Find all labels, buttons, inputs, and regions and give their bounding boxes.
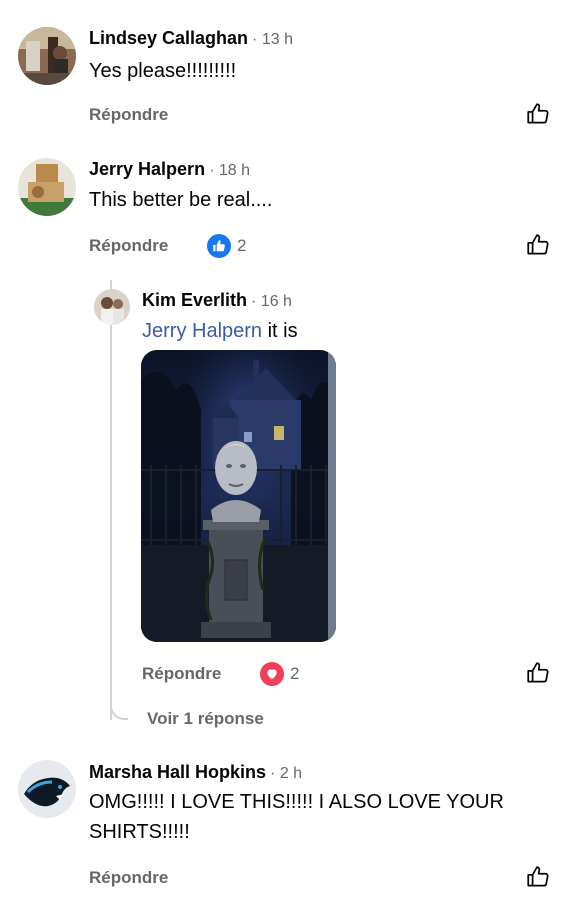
reply-button[interactable]: Répondre: [142, 664, 221, 684]
reaction-summary[interactable]: 2: [207, 234, 246, 258]
comment-time[interactable]: · 13 h: [252, 31, 293, 48]
reply-button[interactable]: Répondre: [89, 236, 168, 256]
comment-text: This better be real....: [89, 189, 273, 211]
reply-photo[interactable]: [141, 350, 336, 642]
comment-time[interactable]: · 18 h: [209, 162, 250, 179]
reply-text: Jerry Halpern it is: [142, 320, 298, 342]
thumbs-up-outline-icon[interactable]: [525, 660, 551, 686]
reply-button[interactable]: Répondre: [89, 868, 168, 888]
heart-reaction-icon: [260, 662, 284, 686]
reaction-summary[interactable]: 2: [260, 662, 299, 686]
comment-time[interactable]: · 2 h: [270, 765, 302, 782]
comment-text: Yes please!!!!!!!!!: [89, 60, 237, 82]
comment-text: OMG!!!!! I LOVE THIS!!!!! I ALSO LOVE YO…: [89, 791, 504, 843]
thumbs-up-outline-icon[interactable]: [525, 232, 551, 258]
reply-time[interactable]: · 16 h: [251, 293, 292, 310]
comment-author[interactable]: Lindsey Callaghan · 13 h: [89, 28, 293, 49]
see-replies-link[interactable]: Voir 1 réponse: [147, 709, 264, 729]
reply-author[interactable]: Kim Everlith · 16 h: [142, 290, 292, 311]
thread-connector: [110, 280, 128, 720]
avatar-marsha[interactable]: [18, 760, 76, 818]
comment-author[interactable]: Marsha Hall Hopkins · 2 h: [89, 762, 302, 783]
thumbs-up-outline-icon[interactable]: [525, 864, 551, 890]
reaction-count: 2: [237, 236, 247, 255]
mention-link[interactable]: Jerry Halpern: [142, 320, 262, 342]
avatar-lindsey[interactable]: [18, 27, 76, 85]
like-reaction-icon: [207, 234, 231, 258]
reaction-count: 2: [290, 664, 300, 683]
reply-button[interactable]: Répondre: [89, 105, 168, 125]
thumbs-up-outline-icon[interactable]: [525, 101, 551, 127]
comment-author[interactable]: Jerry Halpern · 18 h: [89, 159, 250, 180]
avatar-kim[interactable]: [94, 289, 130, 325]
avatar-jerry[interactable]: [18, 158, 76, 216]
